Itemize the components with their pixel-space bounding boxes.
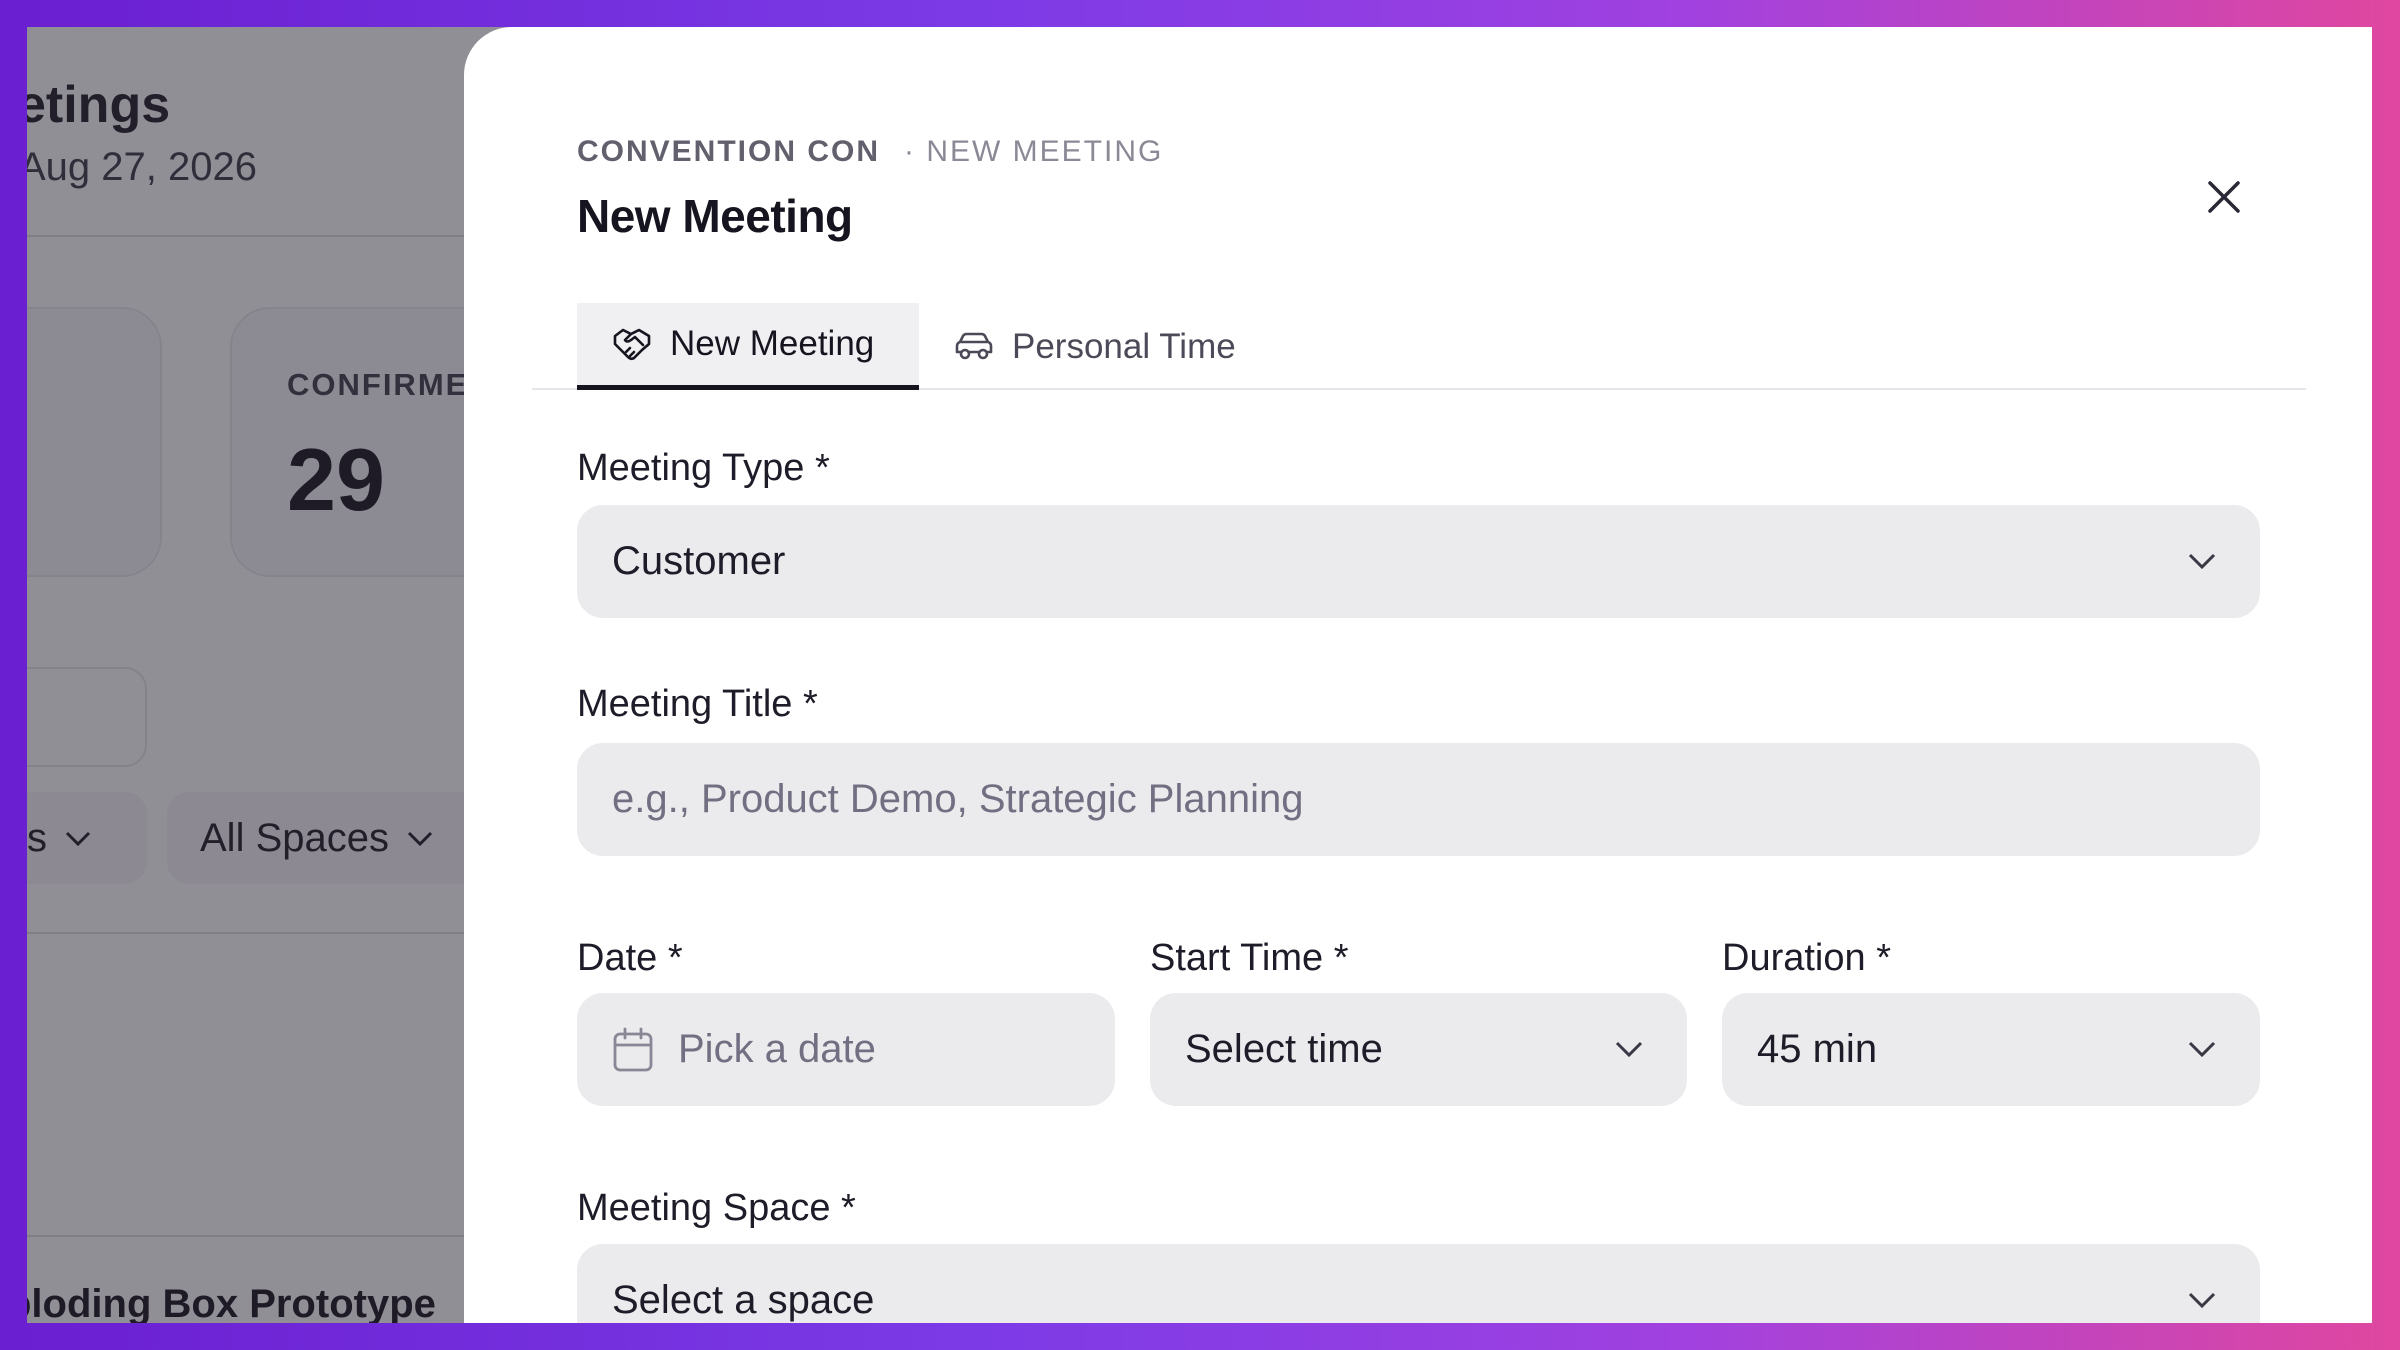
meeting-title-field[interactable]: [577, 743, 2260, 856]
meeting-type-label: Meeting Type *: [577, 447, 830, 489]
tab-bar: New Meeting Personal Time: [532, 277, 2306, 390]
tab-label: Personal Time: [1012, 326, 1236, 366]
breadcrumb: CONVENTION CON · NEW MEETING: [577, 135, 1163, 169]
meeting-space-value: Select a space: [612, 1278, 875, 1322]
app-window: etings Aug 27, 2026 CONFIRME 29 s All Sp…: [27, 27, 2372, 1323]
meeting-space-select[interactable]: Select a space: [577, 1244, 2260, 1323]
close-icon: [2208, 181, 2240, 213]
duration-select[interactable]: 45 min: [1722, 993, 2260, 1106]
meeting-type-value: Customer: [612, 539, 786, 583]
close-button[interactable]: [2197, 170, 2251, 224]
breadcrumb-current: · NEW MEETING: [904, 135, 1164, 168]
chevron-down-icon: [2188, 1041, 2216, 1058]
meeting-space-label: Meeting Space *: [577, 1187, 856, 1229]
meeting-title-input[interactable]: [612, 743, 2260, 856]
tab-label: New Meeting: [670, 324, 875, 363]
start-time-value: Select time: [1185, 1027, 1383, 1071]
calendar-icon: [612, 1027, 654, 1073]
page-title: New Meeting: [577, 190, 853, 242]
organization-name: CONVENTION CON: [577, 135, 881, 168]
chevron-down-icon: [2188, 553, 2216, 570]
duration-value: 45 min: [1757, 1027, 1878, 1071]
date-picker[interactable]: Pick a date: [577, 993, 1115, 1106]
tab-personal-time[interactable]: Personal Time: [919, 303, 1236, 390]
date-label: Date *: [577, 937, 683, 979]
meeting-title-label: Meeting Title *: [577, 683, 818, 725]
date-placeholder: Pick a date: [678, 1027, 876, 1071]
start-time-label: Start Time *: [1150, 937, 1349, 979]
chevron-down-icon: [1615, 1041, 1643, 1058]
meeting-type-select[interactable]: Customer: [577, 505, 2260, 618]
chevron-down-icon: [2188, 1292, 2216, 1309]
tab-new-meeting[interactable]: New Meeting: [577, 303, 919, 390]
start-time-select[interactable]: Select time: [1150, 993, 1687, 1106]
duration-label: Duration *: [1722, 937, 1891, 979]
handshake-icon: [612, 324, 652, 364]
car-icon: [954, 327, 994, 367]
new-meeting-drawer: CONVENTION CON · NEW MEETING New Meeting…: [464, 27, 2372, 1323]
